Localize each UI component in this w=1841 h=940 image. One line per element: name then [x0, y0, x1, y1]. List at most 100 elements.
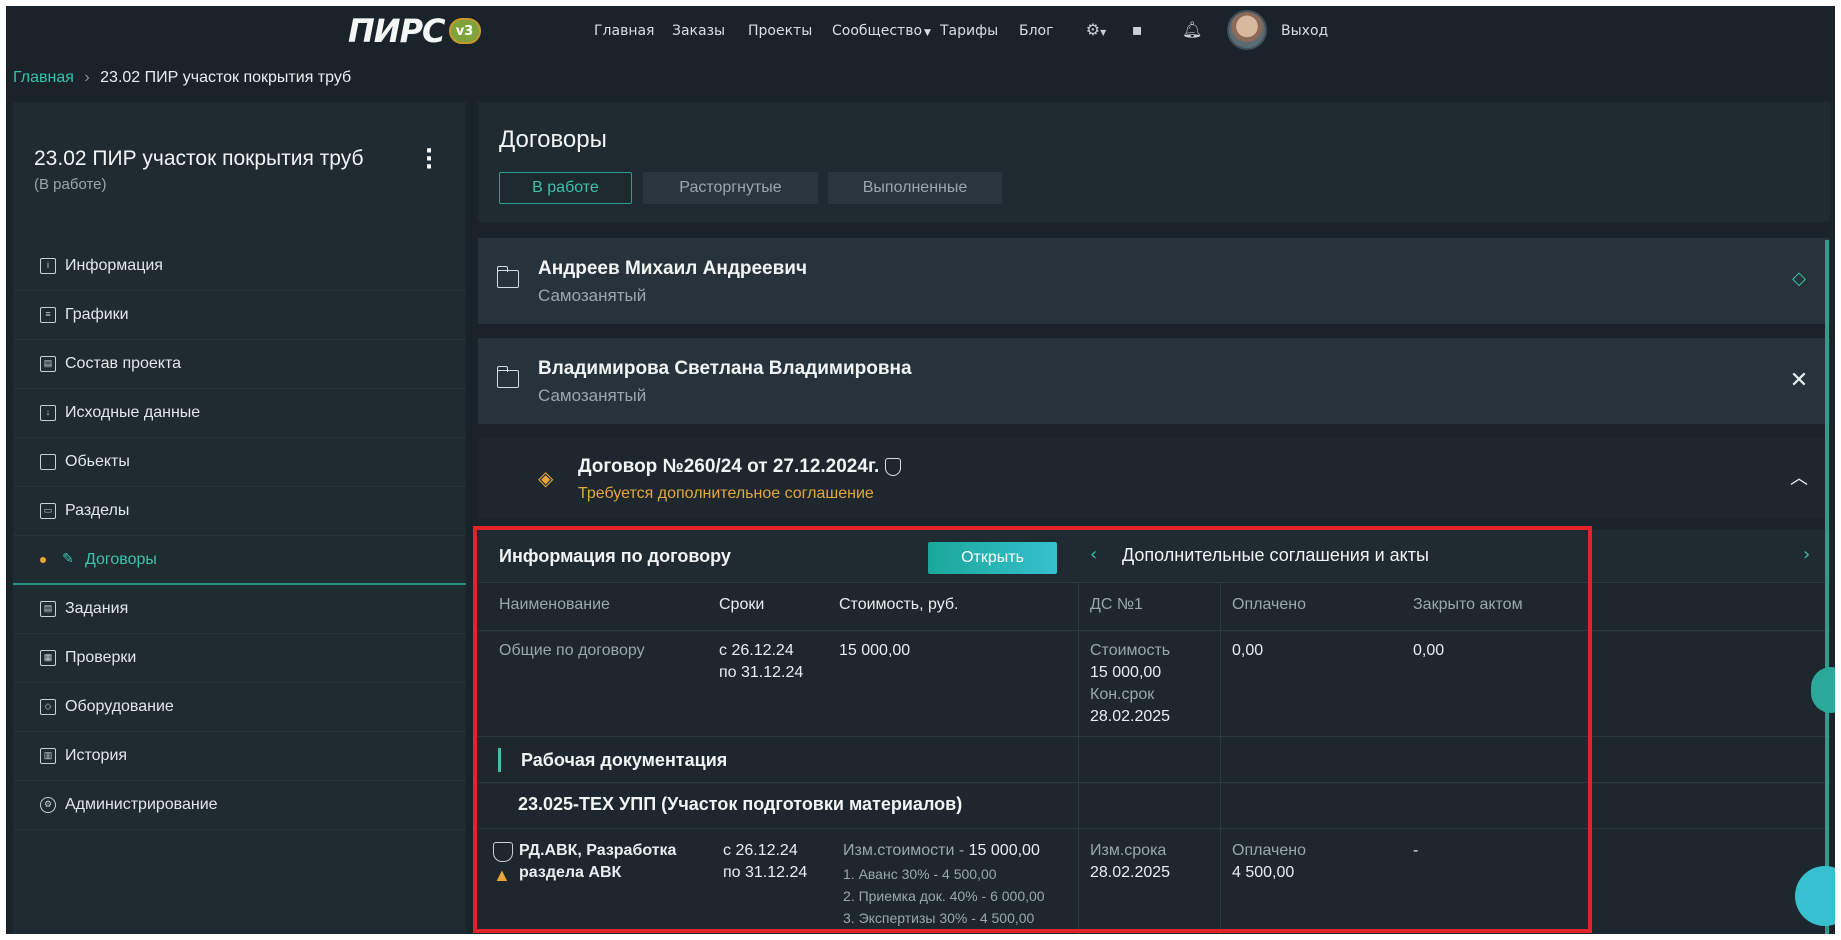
divider — [478, 828, 1830, 829]
sidebar-item-label: Администрирование — [65, 796, 218, 813]
sidebar-item-info[interactable]: i Информация — [13, 242, 466, 291]
details-header: Информация по договору Открыть — [478, 530, 1078, 582]
nav-blog[interactable]: Блог — [1019, 23, 1053, 39]
stage-3: 3. Экспертизы 30% - 4 500,00 — [843, 910, 1035, 926]
item-cost-value: 15 000,00 — [968, 842, 1040, 859]
item-paid-value: 4 500,00 — [1232, 864, 1295, 881]
ds-end-label: Кон.срок — [1090, 686, 1155, 703]
col-header-dates: Сроки — [719, 596, 765, 613]
contract-card[interactable]: ◈ Договор №260/24 от 27.12.2024г. Требуе… — [478, 438, 1830, 518]
avatar[interactable] — [1227, 10, 1267, 50]
contractor-name: Андреев Михаил Андреевич — [538, 258, 808, 279]
shield-icon — [885, 457, 902, 476]
breadcrumb: Главная › 23.02 ПИР участок покрытия тру… — [13, 69, 351, 87]
contract-warning: Требуется дополнительное соглашение — [578, 485, 874, 502]
sidebar-item-tasks[interactable]: ▤ Задания — [13, 585, 466, 634]
col-header-closed: Закрыто актом — [1413, 596, 1523, 613]
warning-icon: ▲ — [493, 865, 511, 885]
divider — [1078, 582, 1079, 934]
chevron-right-icon[interactable]: › — [1803, 544, 1810, 565]
sidebar-item-label: Графики — [65, 306, 129, 323]
contractor-name: Владимирова Светлана Владимировна — [538, 358, 912, 379]
sidebar: 23.02 ПИР участок покрытия труб (В работ… — [13, 102, 466, 934]
row-name: Общие по договору — [499, 642, 645, 659]
divider — [478, 582, 1830, 583]
chat-icon[interactable]: ▪ — [1127, 20, 1147, 40]
sidebar-item-composition[interactable]: ▤ Состав проекта — [13, 340, 466, 389]
agreements-header: ‹ Дополнительные соглашения и акты › — [1078, 530, 1830, 582]
ds-cost-label: Стоимость — [1090, 642, 1171, 659]
contract-name: Договор №260/24 от 27.12.2024г. — [578, 456, 902, 478]
nav-community-label: Сообщество — [832, 23, 923, 39]
sidebar-item-source-data[interactable]: ↓ Исходные данные — [13, 389, 466, 438]
divider — [478, 736, 1830, 737]
contractor-type: Самозанятый — [538, 386, 647, 405]
row-cost: 15 000,00 — [839, 642, 911, 659]
breadcrumb-home[interactable]: Главная — [13, 69, 74, 86]
contract-title: Договор №260/24 от 27.12.2024г. — [578, 456, 880, 477]
col-header-paid: Оплачено — [1232, 596, 1306, 613]
sidebar-item-label: Информация — [65, 257, 163, 274]
sidebar-item-label: История — [65, 747, 128, 764]
sections-icon: ▭ — [40, 503, 56, 519]
history-icon: ▥ — [40, 748, 56, 764]
details-title: Информация по договору — [499, 546, 731, 566]
section-title: Рабочая документация — [498, 748, 727, 772]
expand-icon[interactable]: ◇ — [1788, 268, 1810, 290]
contractor-card[interactable]: Андреев Михаил Андреевич Самозанятый ◇ — [478, 238, 1830, 324]
tab-completed[interactable]: Выполненные — [828, 172, 1002, 204]
nav-projects[interactable]: Проекты — [748, 23, 812, 39]
row-closed: 0,00 — [1413, 642, 1445, 659]
project-title: 23.02 ПИР участок покрытия труб — [34, 147, 364, 170]
chevron-left-icon[interactable]: ‹ — [1090, 544, 1097, 565]
breadcrumb-current: 23.02 ПИР участок покрытия труб — [100, 69, 352, 86]
kebab-menu-icon[interactable]: · · · — [421, 141, 437, 179]
row-dates-start: с 26.12.24 — [719, 642, 794, 659]
sidebar-item-contracts[interactable]: ✎ Договоры — [13, 536, 466, 585]
agreements-title: Дополнительные соглашения и акты — [1122, 545, 1429, 565]
nav-home[interactable]: Главная — [594, 23, 654, 39]
sidebar-item-label: Договоры — [85, 550, 157, 568]
collapse-icon[interactable]: ✕ — [1788, 368, 1810, 393]
ds-end: 28.02.2025 — [1090, 708, 1171, 725]
list-icon: ▤ — [40, 356, 56, 372]
item-cost-label: Изм.стоимости - — [843, 842, 969, 859]
sidebar-item-equipment[interactable]: ◇ Оборудование — [13, 683, 466, 732]
nav-tariffs[interactable]: Тарифы — [940, 23, 998, 39]
col-header-name: Наименование — [499, 596, 610, 613]
nav-orders[interactable]: Заказы — [672, 23, 725, 39]
bell-icon[interactable]: 🔔︎ — [1182, 20, 1202, 40]
project-status: (В работе) — [34, 176, 107, 193]
tab-in-progress[interactable]: В работе — [499, 172, 632, 204]
item-ds-label: Изм.срока — [1090, 842, 1167, 859]
sidebar-item-admin[interactable]: ⚙ Администрирование — [13, 781, 466, 830]
logo[interactable]: ПИРС v3 — [348, 12, 481, 50]
contractor-card[interactable]: Владимирова Светлана Владимировна Самоза… — [478, 338, 1830, 424]
stage-1: 1. Аванс 30% - 4 500,00 — [843, 866, 997, 882]
active-dot — [40, 556, 46, 563]
item-name-line2[interactable]: раздела АВК — [519, 862, 621, 884]
sidebar-item-objects[interactable]: Обьекты — [13, 438, 466, 487]
sidebar-item-sections[interactable]: ▭ Разделы — [13, 487, 466, 536]
settings-icon: ⚙ — [40, 797, 56, 813]
sidebar-item-label: Оборудование — [65, 698, 174, 715]
open-button[interactable]: Открыть — [928, 542, 1057, 574]
sidebar-item-history[interactable]: ▥ История — [13, 732, 466, 781]
folder-icon — [496, 266, 519, 288]
gear-icon[interactable]: ⚙▼ — [1080, 20, 1112, 40]
sidebar-item-charts[interactable]: ≡ Графики — [13, 291, 466, 340]
tab-terminated[interactable]: Расторгнутые — [643, 172, 818, 204]
equipment-icon: ◇ — [40, 699, 56, 715]
sidebar-item-label: Обьекты — [65, 453, 130, 470]
scrollbar[interactable] — [1825, 240, 1829, 934]
sidebar-item-label: Разделы — [65, 502, 130, 519]
download-icon: ↓ — [40, 405, 56, 421]
item-dates-start: с 26.12.24 — [723, 842, 798, 859]
item-name-line1[interactable]: РД.АВК, Разработка — [519, 840, 676, 862]
logo-text: ПИРС — [348, 12, 445, 50]
nav-community[interactable]: Сообщество ▼ — [832, 23, 931, 39]
logout-link[interactable]: Выход — [1281, 23, 1328, 39]
sidebar-item-checks[interactable]: ▦ Проверки — [13, 634, 466, 683]
chevron-up-icon[interactable]: ︿ — [1788, 464, 1810, 489]
contract-details-panel: Информация по договору Открыть ‹ Дополни… — [478, 530, 1830, 934]
